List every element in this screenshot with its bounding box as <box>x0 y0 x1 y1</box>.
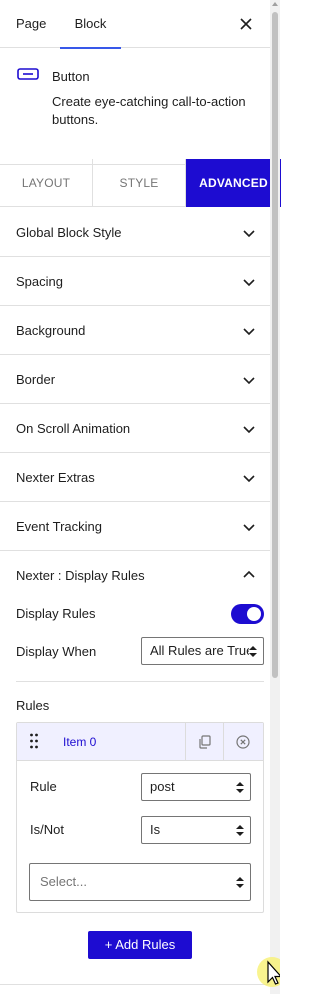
chevron-down-icon <box>243 279 255 287</box>
tab-advanced[interactable]: ADVANCED <box>186 159 281 207</box>
panel-border[interactable]: Border <box>0 355 270 404</box>
panel-label: Spacing <box>16 274 63 289</box>
display-rules-toggle[interactable] <box>231 604 264 624</box>
chevron-down-icon <box>243 524 255 532</box>
rule-item-header: Item 0 <box>17 723 263 761</box>
tab-layout[interactable]: LAYOUT <box>0 159 93 207</box>
scrollbar[interactable] <box>270 0 280 994</box>
panel-nexter-extras[interactable]: Nexter Extras <box>0 453 270 502</box>
panel-label: Global Block Style <box>16 225 122 240</box>
drag-handle-icon[interactable] <box>29 733 39 749</box>
value-select-placeholder: Select... <box>40 874 87 889</box>
tab-style[interactable]: STYLE <box>93 159 186 207</box>
chevron-down-icon <box>243 328 255 336</box>
rules-label: Rules <box>16 698 50 713</box>
panel-label: On Scroll Animation <box>16 421 131 436</box>
panel-label: Border <box>16 372 56 387</box>
value-select[interactable]: Select... <box>29 863 251 901</box>
display-rules-row: Display Rules <box>16 604 264 624</box>
chevron-up-icon <box>243 570 255 578</box>
display-when-select[interactable]: All Rules are True <box>141 637 264 665</box>
panel-label: Nexter : Display Rules <box>16 568 145 583</box>
chevron-down-icon <box>243 426 255 434</box>
settings-panel-list: Global Block Style Spacing Background Bo… <box>0 208 270 551</box>
remove-circle-icon <box>236 735 250 749</box>
panel-background[interactable]: Background <box>0 306 270 355</box>
rule-item: Item 0 Rule post Is/Not Is Select... <box>16 722 264 913</box>
rules-heading-row: Rules <box>16 698 264 714</box>
display-when-label: Display When <box>16 644 97 659</box>
block-card: Button Create eye-catching call-to-actio… <box>0 49 270 165</box>
panel-event-tracking[interactable]: Event Tracking <box>0 502 270 551</box>
panel-global-block-style[interactable]: Global Block Style <box>0 208 270 257</box>
select-arrows-icon <box>236 877 244 888</box>
isnot-value: Is <box>150 822 161 837</box>
select-arrows-icon <box>236 782 244 793</box>
divider <box>0 984 270 985</box>
style-tabs: LAYOUT STYLE ADVANCED <box>0 159 281 207</box>
rule-item-title[interactable]: Item 0 <box>63 723 96 761</box>
panel-label: Nexter Extras <box>16 470 95 485</box>
display-when-row: Display When All Rules are True <box>16 637 264 665</box>
rule-value: post <box>150 779 175 794</box>
select-arrows-icon <box>236 825 244 836</box>
scroll-up-arrow-icon[interactable] <box>272 2 278 6</box>
block-description: Create eye-catching call-to-action butto… <box>52 94 246 127</box>
isnot-label: Is/Not <box>30 822 64 837</box>
chevron-down-icon <box>243 475 255 483</box>
panel-display-rules: Nexter : Display Rules <box>0 551 270 600</box>
sidebar-header-tabs: Page Block <box>0 0 270 49</box>
scrollbar-thumb[interactable] <box>272 12 278 678</box>
duplicate-item-button[interactable] <box>185 723 223 761</box>
panel-spacing[interactable]: Spacing <box>0 257 270 306</box>
chevron-down-icon <box>243 230 255 238</box>
remove-item-button[interactable] <box>223 723 261 761</box>
copy-icon <box>199 735 211 749</box>
panel-on-scroll-animation[interactable]: On Scroll Animation <box>0 404 270 453</box>
isnot-select[interactable]: Is <box>141 816 251 844</box>
chevron-down-icon <box>243 377 255 385</box>
display-when-value: All Rules are True <box>150 643 254 658</box>
panel-label: Event Tracking <box>16 519 102 534</box>
block-title: Button <box>52 69 90 84</box>
divider <box>16 681 264 682</box>
rule-label: Rule <box>30 779 57 794</box>
button-block-icon <box>17 68 39 80</box>
toggle-knob <box>247 607 261 621</box>
panel-display-rules-header[interactable]: Nexter : Display Rules <box>0 551 270 600</box>
tab-block[interactable]: Block <box>60 0 121 49</box>
select-arrows-icon <box>249 646 257 657</box>
display-rules-label: Display Rules <box>16 606 96 621</box>
add-rules-button[interactable]: + Add Rules <box>88 931 192 959</box>
close-icon[interactable] <box>236 14 256 34</box>
panel-label: Background <box>16 323 86 338</box>
mouse-cursor-icon <box>257 957 280 987</box>
tab-page[interactable]: Page <box>16 0 46 48</box>
rule-select[interactable]: post <box>141 773 251 801</box>
